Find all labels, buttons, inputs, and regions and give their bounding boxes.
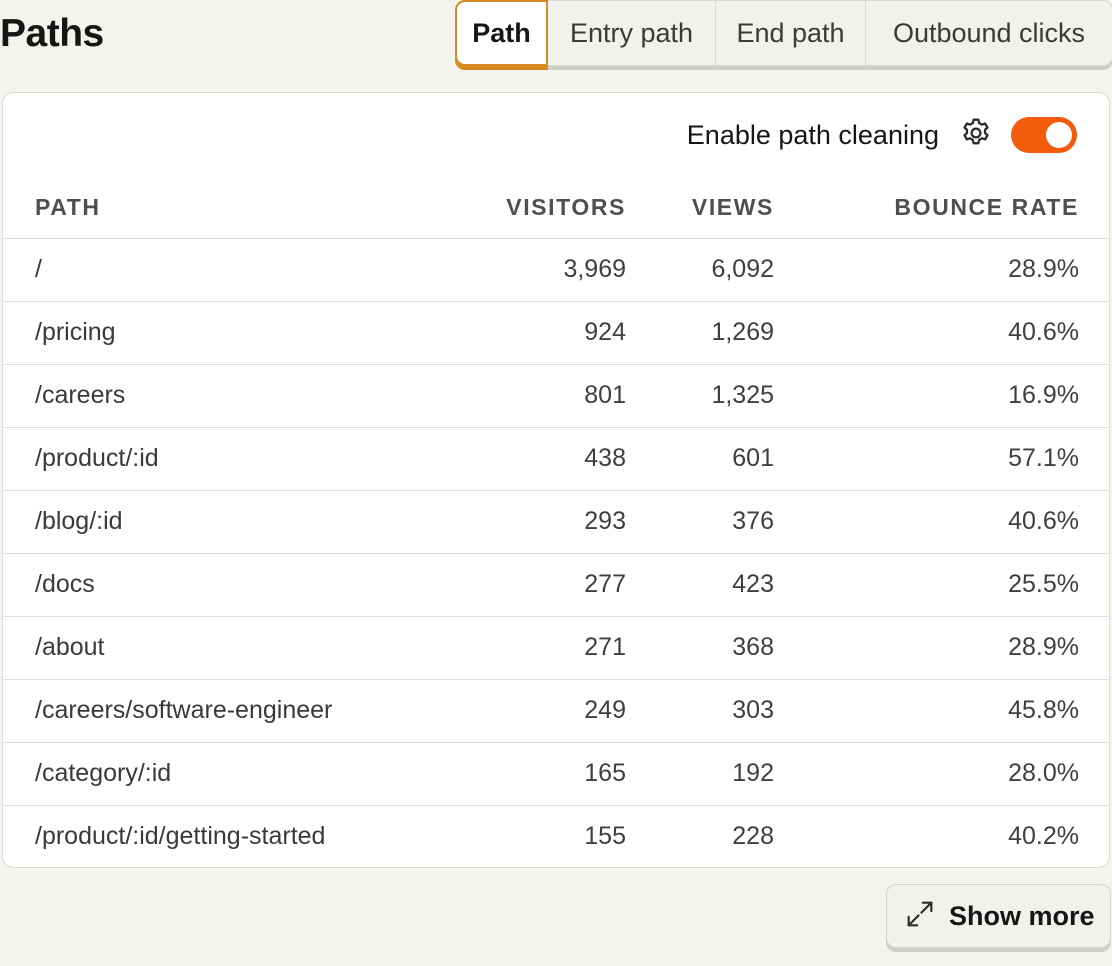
path-cell: /pricing [3, 301, 453, 365]
visitors-cell: 438 [453, 427, 658, 491]
table-row[interactable]: /about 271 368 28.9% [3, 616, 1109, 680]
bounce-rate-cell: 45.8% [806, 679, 1109, 743]
table-row[interactable]: /docs 277 423 25.5% [3, 553, 1109, 617]
page-title: Paths [0, 12, 104, 55]
expand-icon [903, 897, 949, 936]
bounce-rate-cell: 25.5% [806, 553, 1109, 617]
bounce-rate-cell: 40.2% [1008, 822, 1079, 851]
path-cell: /blog/:id [3, 490, 453, 554]
tab-outbound-clicks[interactable]: Outbound clicks [866, 1, 1112, 65]
views-cell: 6,092 [658, 238, 806, 302]
show-more-button[interactable]: Show more [886, 884, 1111, 948]
views-cell: 368 [658, 616, 806, 680]
views-cell: 303 [658, 679, 806, 743]
show-more-label: Show more [949, 900, 1095, 931]
views-cell: 1,325 [658, 364, 806, 428]
visitors-cell: 249 [453, 679, 658, 743]
visitors-cell: 293 [453, 490, 658, 554]
views-cell: 228 [732, 822, 774, 851]
column-header-path[interactable]: PATH [3, 186, 453, 239]
views-cell: 423 [658, 553, 806, 617]
table-row[interactable]: /product/:id 438 601 57.1% [3, 427, 1109, 491]
path-cleaning-control: Enable path cleaning [687, 115, 1077, 155]
path-cell: /product/:id [3, 427, 453, 491]
path-cell: /category/:id [3, 742, 453, 806]
paths-table: PATH VISITORS VIEWS BOUNCE RATE /3,969 6,… [3, 186, 1109, 867]
column-header-bounce-rate[interactable]: BOUNCE RATE [806, 186, 1109, 239]
views-cell: 601 [658, 427, 806, 491]
bounce-rate-cell: 40.6% [806, 490, 1109, 554]
table-row[interactable]: /blog/:id 293 376 40.6% [3, 490, 1109, 554]
path-cell: /docs [3, 553, 453, 617]
path-cell: /about [3, 616, 453, 680]
bounce-rate-cell: 28.9% [806, 616, 1109, 680]
views-cell: 1,269 [658, 301, 806, 365]
table-header-row: PATH VISITORS VIEWS BOUNCE RATE [3, 186, 1109, 239]
views-cell: 192 [658, 742, 806, 806]
path-cleaning-label: Enable path cleaning [686, 119, 939, 150]
column-header-visitors[interactable]: VISITORS [453, 186, 658, 239]
visitors-cell: 165 [453, 742, 658, 806]
column-header-views[interactable]: VIEWS [658, 186, 806, 239]
paths-card: Enable path cleaning PATH VISITORS VIEWS… [2, 92, 1110, 868]
table-row[interactable]: /careers 801 1,325 16.9% [3, 364, 1109, 428]
path-cleaning-toggle[interactable] [1011, 117, 1077, 153]
path-cell: /product/:id/getting-started [35, 822, 326, 851]
visitors-cell: 155 [584, 822, 626, 851]
table-row[interactable]: /3,969 6,092 28.9% [3, 238, 1109, 302]
visitors-cell: 3,969 [453, 238, 658, 302]
bounce-rate-cell: 57.1% [806, 427, 1109, 491]
bounce-rate-cell: 28.0% [806, 742, 1109, 806]
bounce-rate-cell: 16.9% [806, 364, 1109, 428]
bounce-rate-cell: 40.6% [806, 301, 1109, 365]
tab-bar: Path Entry path End path Outbound clicks [455, 0, 1112, 66]
tab-path[interactable]: Path [455, 0, 548, 66]
path-cell: / [3, 238, 453, 302]
views-cell: 376 [658, 490, 806, 554]
path-cell: /careers [3, 364, 453, 428]
visitors-cell: 924 [453, 301, 658, 365]
table-row[interactable]: /careers/software-engineer 249 303 45.8% [3, 679, 1109, 743]
tab-entry-path[interactable]: Entry path [548, 1, 716, 65]
table-row[interactable]: /pricing 924 1,269 40.6% [3, 301, 1109, 365]
tab-end-path[interactable]: End path [716, 1, 866, 65]
gear-icon[interactable] [959, 116, 1011, 155]
path-cell: /careers/software-engineer [3, 679, 453, 743]
paths-panel: Paths Path Entry path End path Outbound … [0, 0, 1112, 966]
table-row[interactable]: /product/:id/getting-started 155 228 40.2% [3, 805, 1109, 867]
visitors-cell: 277 [453, 553, 658, 617]
table-row[interactable]: /category/:id 165 192 28.0% [3, 742, 1109, 806]
visitors-cell: 271 [453, 616, 658, 680]
visitors-cell: 801 [453, 364, 658, 428]
bounce-rate-cell: 28.9% [806, 238, 1109, 302]
